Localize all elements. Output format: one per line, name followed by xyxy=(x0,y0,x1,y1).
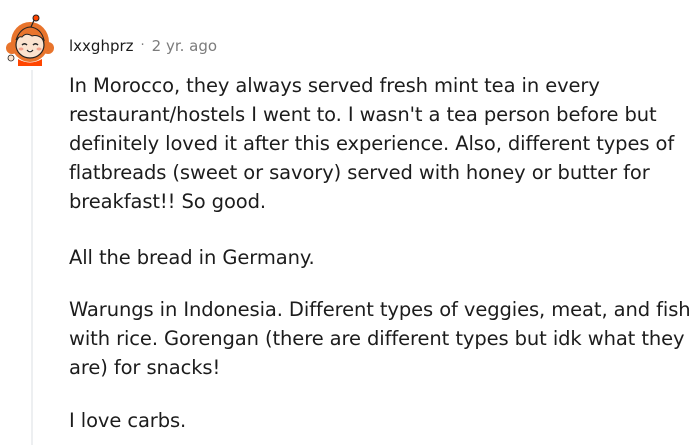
user-avatar[interactable] xyxy=(4,14,54,66)
username-link[interactable]: lxxghprz xyxy=(69,35,134,57)
comment-paragraph: In Morocco, they always served fresh min… xyxy=(69,74,675,213)
comment-paragraph: All the bread in Germany. xyxy=(69,246,315,269)
meta-separator: · xyxy=(140,38,145,53)
comment-meta: lxxghprz · 2 yr. ago xyxy=(69,35,217,57)
snoo-avatar-icon xyxy=(6,14,54,66)
comment-timestamp[interactable]: 2 yr. ago xyxy=(152,35,217,57)
comment-paragraph: I love carbs. xyxy=(69,409,187,432)
comment-paragraph: Warungs in Indonesia. Different types of… xyxy=(69,298,691,379)
comment: lxxghprz · 2 yr. ago In Morocco, they al… xyxy=(0,0,700,445)
thread-line[interactable] xyxy=(31,70,33,445)
